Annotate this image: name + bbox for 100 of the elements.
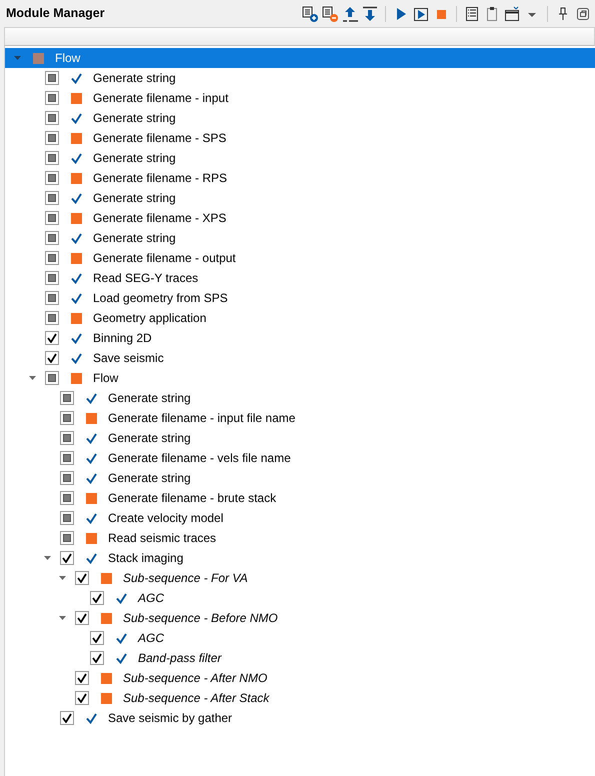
tree-item-label: Generate string — [93, 230, 176, 247]
tree-row[interactable]: Save seismic by gather — [5, 708, 595, 728]
move-up-icon[interactable] — [342, 6, 358, 22]
checkbox[interactable] — [45, 111, 59, 125]
checkbox[interactable] — [45, 311, 59, 325]
tree-row[interactable]: Generate filename - input file name — [5, 408, 595, 428]
tree-row[interactable]: Band-pass filter — [5, 648, 595, 668]
tree-row[interactable]: Geometry application — [5, 308, 595, 328]
checkbox[interactable] — [60, 511, 74, 525]
checkbox[interactable] — [45, 191, 59, 205]
tree-row[interactable]: Generate string — [5, 228, 595, 248]
checkbox[interactable] — [60, 431, 74, 445]
tree-row[interactable]: Sub-sequence - After Stack — [5, 688, 595, 708]
tree-item-label: Sub-sequence - After NMO — [123, 670, 268, 687]
restore-icon[interactable] — [575, 6, 591, 22]
tree-item-label: Generate filename - RPS — [93, 170, 228, 187]
checkbox[interactable] — [45, 231, 59, 245]
square-icon — [71, 92, 82, 104]
tree-row[interactable]: Generate string — [5, 148, 595, 168]
expand-arrow-icon[interactable] — [29, 376, 36, 380]
tree-row[interactable]: Generate string — [5, 68, 595, 88]
tree-row[interactable]: Generate string — [5, 188, 595, 208]
tree-row[interactable]: Sub-sequence - After NMO — [5, 668, 595, 688]
tree-row[interactable]: Save seismic — [5, 348, 595, 368]
tree-row[interactable]: Generate filename - vels file name — [5, 448, 595, 468]
tree-row[interactable]: Read SEG-Y traces — [5, 268, 595, 288]
checkbox[interactable] — [45, 211, 59, 225]
tree-row[interactable]: AGC — [5, 628, 595, 648]
tree-row[interactable]: Generate filename - SPS — [5, 128, 595, 148]
checkbox[interactable] — [75, 671, 89, 685]
checkbox[interactable] — [60, 711, 74, 725]
checkmark-icon — [71, 332, 82, 344]
checkbox[interactable] — [45, 371, 59, 385]
tree-item-label: AGC — [138, 590, 164, 607]
tree-item-label: Create velocity model — [108, 510, 224, 527]
expand-arrow-icon[interactable] — [59, 576, 66, 580]
checkbox[interactable] — [90, 631, 104, 645]
checkbox[interactable] — [45, 271, 59, 285]
checkbox[interactable] — [45, 131, 59, 145]
checkmark-icon — [71, 72, 82, 84]
tree-row[interactable]: Sub-sequence - For VA — [5, 568, 595, 588]
checkbox[interactable] — [45, 151, 59, 165]
remove-module-icon[interactable] — [322, 6, 338, 22]
tree-row[interactable]: Generate filename - input — [5, 88, 595, 108]
tree-item-label: Generate string — [93, 190, 176, 207]
checkmark-icon — [71, 352, 82, 364]
move-down-icon[interactable] — [362, 6, 378, 22]
tree-item-label: Sub-sequence - After Stack — [123, 690, 270, 707]
checkbox[interactable] — [45, 91, 59, 105]
checkbox[interactable] — [45, 71, 59, 85]
tree-row[interactable]: Generate filename - output — [5, 248, 595, 268]
tree-row[interactable]: Binning 2D — [5, 328, 595, 348]
checkbox[interactable] — [45, 331, 59, 345]
tree-row[interactable]: Load geometry from SPS — [5, 288, 595, 308]
checkbox[interactable] — [45, 291, 59, 305]
panel-title: Module Manager — [6, 5, 105, 22]
checkbox[interactable] — [60, 411, 74, 425]
tree-row[interactable]: Read seismic traces — [5, 528, 595, 548]
run-step-icon[interactable] — [413, 6, 429, 22]
expand-arrow-icon[interactable] — [14, 56, 21, 60]
tree-row[interactable]: Sub-sequence - Before NMO — [5, 608, 595, 628]
tree-item-label: Generate filename - input file name — [108, 410, 296, 427]
tree-row[interactable]: Flow — [5, 48, 595, 68]
checkbox[interactable] — [45, 351, 59, 365]
tree-row[interactable]: Create velocity model — [5, 508, 595, 528]
clipboard-icon[interactable] — [484, 6, 500, 22]
checkbox[interactable] — [60, 391, 74, 405]
checkbox[interactable] — [60, 451, 74, 465]
checkbox[interactable] — [45, 171, 59, 185]
checkbox[interactable] — [90, 591, 104, 605]
checkbox[interactable] — [75, 571, 89, 585]
checkbox[interactable] — [60, 491, 74, 505]
checkbox[interactable] — [75, 611, 89, 625]
checkbox[interactable] — [60, 551, 74, 565]
checkbox[interactable] — [60, 471, 74, 485]
list-icon[interactable] — [464, 6, 480, 22]
checkmark-icon — [71, 232, 82, 244]
expand-arrow-icon[interactable] — [59, 616, 66, 620]
checkbox[interactable] — [60, 531, 74, 545]
checkmark-icon — [71, 112, 82, 124]
checkbox[interactable] — [75, 691, 89, 705]
tree-item-label: Generate string — [108, 390, 191, 407]
checkbox[interactable] — [90, 651, 104, 665]
tree-row[interactable]: Generate filename - RPS — [5, 168, 595, 188]
tree-row[interactable]: Generate string — [5, 428, 595, 448]
expand-arrow-icon[interactable] — [44, 556, 51, 560]
window-icon[interactable] — [504, 6, 520, 22]
tree-row[interactable]: Generate string — [5, 388, 595, 408]
checkmark-icon — [71, 272, 82, 284]
square-icon — [101, 572, 112, 584]
tree-item-label: Save seismic — [93, 350, 164, 367]
tree-row[interactable]: Flow — [5, 368, 595, 388]
checkbox[interactable] — [45, 251, 59, 265]
tree-row[interactable]: Generate string — [5, 108, 595, 128]
tree-row[interactable]: Generate filename - XPS — [5, 208, 595, 228]
tree-row[interactable]: Stack imaging — [5, 548, 595, 568]
add-module-icon[interactable] — [302, 6, 318, 22]
tree-row[interactable]: AGC — [5, 588, 595, 608]
tree-row[interactable]: Generate string — [5, 468, 595, 488]
tree-row[interactable]: Generate filename - brute stack — [5, 488, 595, 508]
